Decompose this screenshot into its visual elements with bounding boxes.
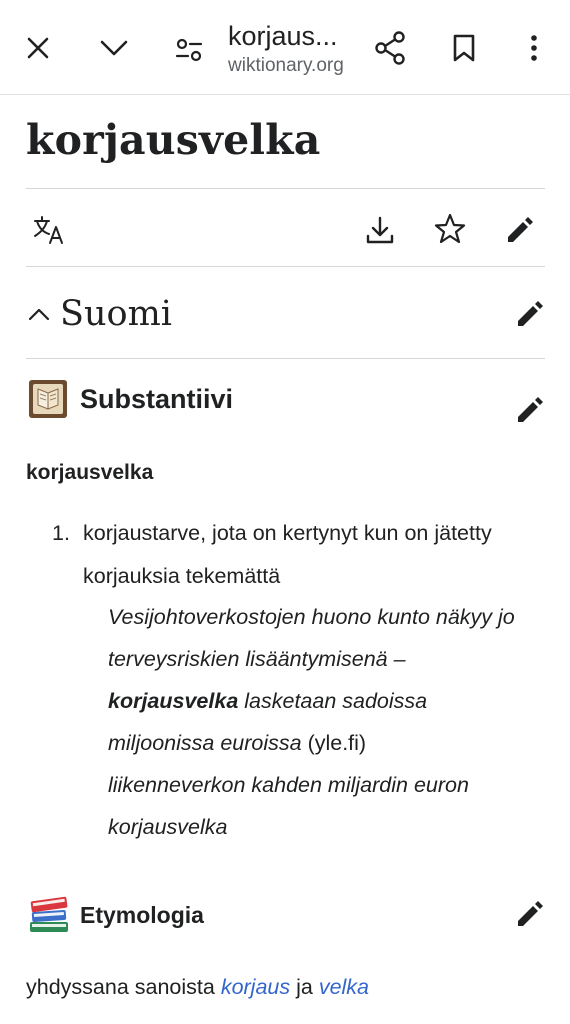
language-divider <box>26 358 545 359</box>
title-divider <box>26 188 545 189</box>
noun-section-title: Substantiivi <box>80 383 234 414</box>
example-1-headword: korjausvelka <box>108 689 239 713</box>
example-1-source: (yle.fi) <box>301 731 367 755</box>
site-settings-icon[interactable] <box>165 26 213 74</box>
etymology-text-b: ja <box>290 975 319 999</box>
toolbar-divider <box>26 266 545 267</box>
example-2: liikenneverkon kahden miljardin euron ko… <box>108 764 538 848</box>
examples: Vesijohtoverkostojen huono kunto näkyy j… <box>108 596 538 848</box>
tab-title-block[interactable]: korjaus... wiktionary.org <box>228 20 358 78</box>
tab-url: wiktionary.org <box>228 55 344 76</box>
chevron-up-icon[interactable] <box>26 301 52 327</box>
books-icon <box>26 892 72 938</box>
bookmark-icon[interactable] <box>440 24 488 72</box>
etymology-section-title: Etymologia <box>80 901 204 928</box>
etymology-text: yhdyssana sanoista korjaus ja velka <box>26 966 369 1008</box>
star-icon[interactable] <box>428 207 472 251</box>
browser-app-bar: korjaus... wiktionary.org <box>0 0 570 95</box>
example-1-text-a: Vesijohtoverkostojen huono kunto näkyy j… <box>108 605 515 671</box>
book-icon <box>26 377 70 421</box>
etymology-section-header: Etymologia <box>26 892 204 938</box>
close-icon[interactable] <box>14 24 62 72</box>
chevron-down-icon[interactable] <box>90 24 138 72</box>
etymology-text-a: yhdyssana sanoista <box>26 975 221 999</box>
page-title: korjausvelka <box>26 116 321 164</box>
edit-page-icon[interactable] <box>498 208 542 252</box>
example-2-text: liikenneverkon kahden miljardin euron ko… <box>108 773 469 839</box>
more-options-icon[interactable] <box>510 24 558 72</box>
link-velka[interactable]: velka <box>319 975 369 999</box>
edit-etymology-section-icon[interactable] <box>508 892 552 936</box>
download-icon[interactable] <box>358 208 402 252</box>
tab-title: korjaus... <box>228 21 338 51</box>
language-section-header[interactable]: Suomi <box>26 286 172 342</box>
language-icon[interactable] <box>28 208 72 252</box>
language-section-title: Suomi <box>60 294 172 334</box>
share-icon[interactable] <box>366 24 414 72</box>
link-korjaus[interactable]: korjaus <box>221 975 290 999</box>
edit-section-icon[interactable] <box>508 292 552 336</box>
headword: korjausvelka <box>26 461 154 484</box>
definition-number: 1. <box>52 521 70 545</box>
edit-noun-section-icon[interactable] <box>508 388 552 432</box>
noun-section-header: Substantiivi <box>26 377 233 421</box>
example-1: Vesijohtoverkostojen huono kunto näkyy j… <box>108 596 538 764</box>
definition-text: korjaustarve, jota on kertynyt kun on jä… <box>83 521 492 588</box>
definition-item: 1. korjaustarve, jota on kertynyt kun on… <box>52 512 522 598</box>
